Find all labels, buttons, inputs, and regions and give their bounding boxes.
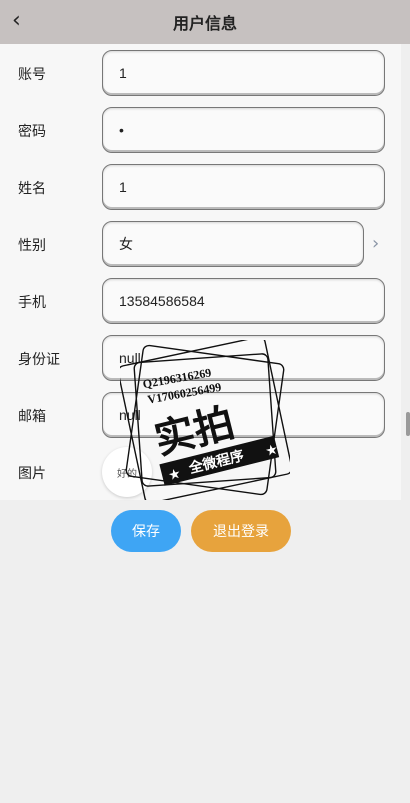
picture-label: 图片	[18, 466, 46, 482]
email-field[interactable]: null	[102, 392, 385, 438]
save-button[interactable]: 保存	[111, 510, 181, 552]
id-card-label: 身份证	[18, 352, 60, 368]
name-label: 姓名	[18, 181, 46, 197]
email-label: 邮箱	[18, 409, 46, 425]
picture-row: 图片 好的	[0, 443, 401, 500]
account-label: 账号	[18, 67, 46, 83]
account-row: 账号 1	[0, 44, 401, 101]
password-row: 密码 •	[0, 101, 401, 158]
name-row: 姓名 1	[0, 158, 401, 215]
gender-label: 性别	[18, 238, 46, 254]
name-field[interactable]: 1	[102, 164, 385, 210]
avatar-upload[interactable]: 好的	[102, 447, 152, 497]
password-field[interactable]: •	[102, 107, 385, 153]
logout-button[interactable]: 退出登录	[191, 510, 291, 552]
app-header: ‹ 用户信息	[0, 0, 410, 44]
phone-row: 手机 13584586584	[0, 272, 401, 329]
gender-select[interactable]: 女	[102, 221, 364, 267]
back-chevron-left-icon[interactable]: ‹	[12, 10, 32, 34]
chevron-right-icon[interactable]: ›	[372, 233, 379, 254]
password-label: 密码	[18, 124, 46, 140]
page-title: 用户信息	[172, 14, 237, 33]
phone-field[interactable]: 13584586584	[102, 278, 385, 324]
account-field[interactable]: 1	[102, 50, 385, 96]
email-row: 邮箱 null	[0, 386, 401, 443]
user-info-form: 账号 1 密码 • 姓名 1 性别 女 › 手机 13584586584 身份证…	[0, 44, 401, 500]
scrollbar-thumb[interactable]	[406, 412, 410, 436]
id-card-row: 身份证 null	[0, 329, 401, 386]
phone-label: 手机	[18, 295, 46, 311]
gender-row: 性别 女 ›	[0, 215, 401, 272]
id-card-field[interactable]: null	[102, 335, 385, 381]
